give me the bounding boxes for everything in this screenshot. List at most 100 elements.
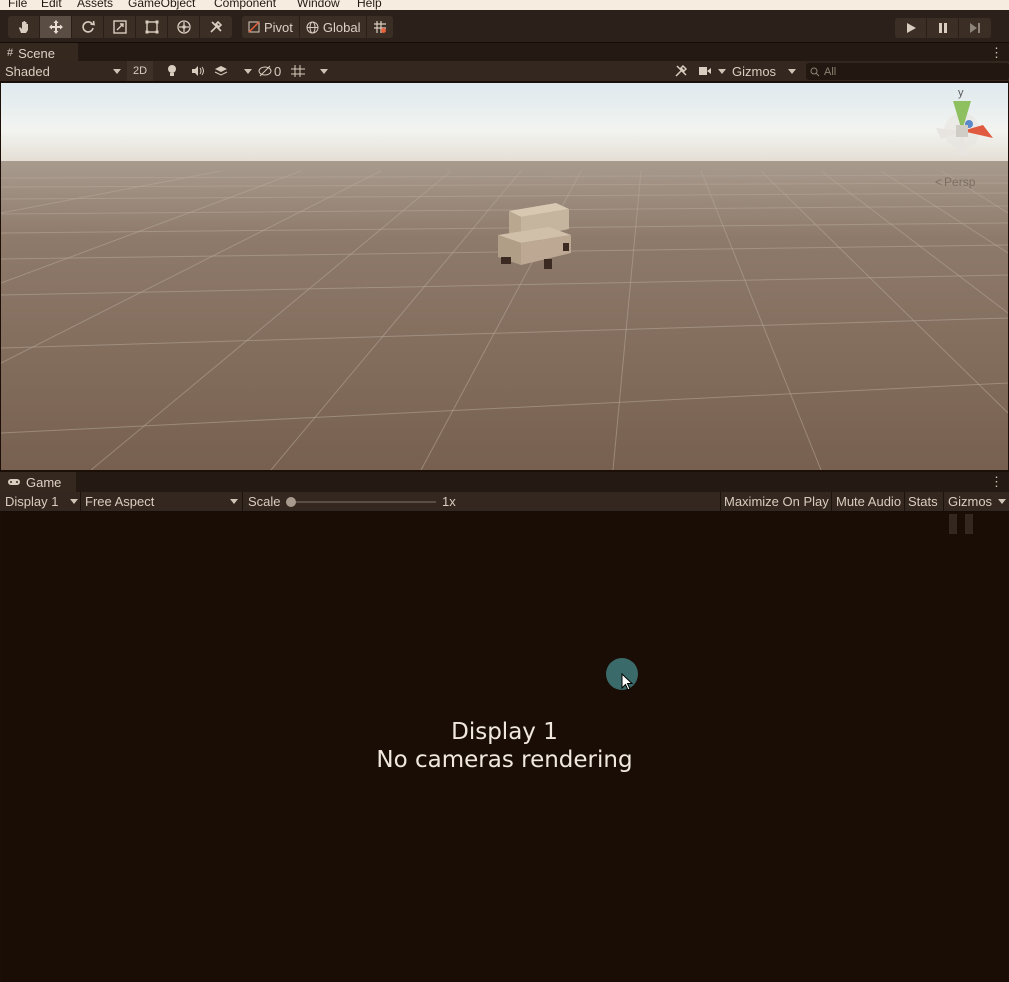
menu-bar: File Edit Assets GameObject Component Wi… [0,0,1009,10]
menu-assets[interactable]: Assets [77,0,113,10]
scale-slider-thumb[interactable] [286,496,296,507]
global-toggle[interactable]: Global [300,16,368,38]
game-view-controls: Display 1 Free Aspect Scale 1x Maximize … [0,492,1009,512]
tab-scene[interactable]: # Scene [0,43,78,63]
scene-search-input[interactable]: All [806,63,1009,80]
persp-label: Persp [944,175,976,189]
aspect-dropdown[interactable]: Free Aspect [85,492,238,511]
scene-tabbar: # Scene ⋮ [0,43,1009,63]
display-dropdown[interactable]: Display 1 [5,492,78,511]
divider [831,492,832,511]
transform-tools [8,16,232,38]
scale-slider[interactable] [286,492,436,511]
2d-label: 2D [132,65,148,77]
playmode-controls [895,18,991,38]
scale-tool-icon[interactable] [104,16,136,38]
message-display-name: Display 1 [451,719,558,745]
game-gizmos-dropdown[interactable] [998,492,1006,511]
global-label: Global [322,19,361,35]
message-no-cameras: No cameras rendering [376,747,633,773]
2d-toggle[interactable]: 2D [127,61,153,81]
grid-icon [291,65,305,77]
transform-tool-icon[interactable] [168,16,200,38]
scene-viewport[interactable]: y < Persp [1,83,1008,470]
pause-icon[interactable] [927,18,959,38]
pivot-icon [248,21,260,33]
faded-pause-icon [947,514,977,534]
game-tabbar: Game ⋮ [0,472,1009,492]
camera-icon [699,67,711,75]
chevron-down-icon [230,499,238,504]
no-cameras-message: Display 1 No cameras rendering [1,718,1008,774]
scene-menu-icon[interactable]: ⋮ [990,45,1003,61]
scale-value: 1x [442,494,456,509]
grid-dropdown[interactable] [290,61,328,81]
tools-icon[interactable] [672,61,690,81]
hand-tool-icon[interactable] [8,16,40,38]
chevron-down-icon [788,68,796,74]
scene-render [1,83,1008,470]
effects-icon [214,66,228,76]
hidden-objects-toggle[interactable]: 0 [258,61,285,81]
scene-grid-icon: # [7,47,14,59]
lighting-icon[interactable] [163,61,181,81]
draw-mode-dropdown[interactable]: Shaded [5,61,121,81]
aspect-label: Free Aspect [85,494,155,509]
game-viewport[interactable]: Display 1 No cameras rendering [1,512,1008,982]
step-icon[interactable] [959,18,991,38]
grid-snap-icon[interactable] [367,16,393,38]
scene-gizmos-label: Gizmos [732,63,777,79]
search-placeholder: All [824,65,837,78]
hidden-count: 0 [274,63,282,79]
gizmo-y-label: y [958,87,964,99]
scene-view-controls: Shaded 2D 0 Gizmos All [0,61,1009,82]
display-label: Display 1 [5,494,59,509]
menu-window[interactable]: Window [297,0,340,10]
divider [904,492,905,511]
handle-position-group: Pivot Global [242,16,394,38]
rect-tool-icon[interactable] [136,16,168,38]
chevron-down-icon [718,68,726,74]
audio-icon[interactable] [189,61,207,81]
scale-label: Scale [248,494,281,509]
scale-slider-track [286,496,436,507]
divider [720,492,721,511]
stats-toggle[interactable]: Stats [908,492,938,511]
game-gizmos-toggle[interactable]: Gizmos [948,492,992,511]
menu-file[interactable]: File [8,0,27,10]
divider [80,492,81,511]
main-toolbar: Pivot Global [0,10,1009,43]
effects-dropdown[interactable] [214,61,252,81]
scene-tab-label: Scene [18,45,55,61]
mouse-pointer-icon [621,673,634,691]
maximize-on-play-toggle[interactable]: Maximize On Play [724,492,829,511]
chevron-down-icon [244,68,252,74]
eye-slash-icon [258,65,272,77]
game-menu-icon[interactable]: ⋮ [990,474,1003,490]
scene-gizmos-dropdown[interactable]: Gizmos [732,61,796,81]
move-tool-icon[interactable] [40,16,72,38]
custom-tool-icon[interactable] [200,16,232,38]
camera-dropdown[interactable] [698,61,726,81]
pivot-label: Pivot [264,19,293,35]
persp-icon: < [935,175,943,189]
chevron-down-icon [320,68,328,74]
search-icon [810,67,820,76]
chevron-down-icon [113,68,121,74]
chevron-down-icon [70,499,78,504]
game-tab-label: Game [26,474,62,490]
projection-toggle[interactable]: < Persp [935,175,975,189]
mute-audio-toggle[interactable]: Mute Audio [836,492,901,511]
play-icon[interactable] [895,18,927,38]
menu-edit[interactable]: Edit [41,0,62,10]
chevron-down-icon [998,499,1006,504]
divider [943,492,944,511]
menu-gameobject[interactable]: GameObject [128,0,195,10]
tab-game[interactable]: Game [0,472,76,492]
divider [242,492,243,511]
pivot-toggle[interactable]: Pivot [242,16,300,38]
menu-component[interactable]: Component [214,0,276,10]
draw-mode-label: Shaded [5,63,50,79]
menu-help[interactable]: Help [357,0,382,10]
rotate-tool-icon[interactable] [72,16,104,38]
